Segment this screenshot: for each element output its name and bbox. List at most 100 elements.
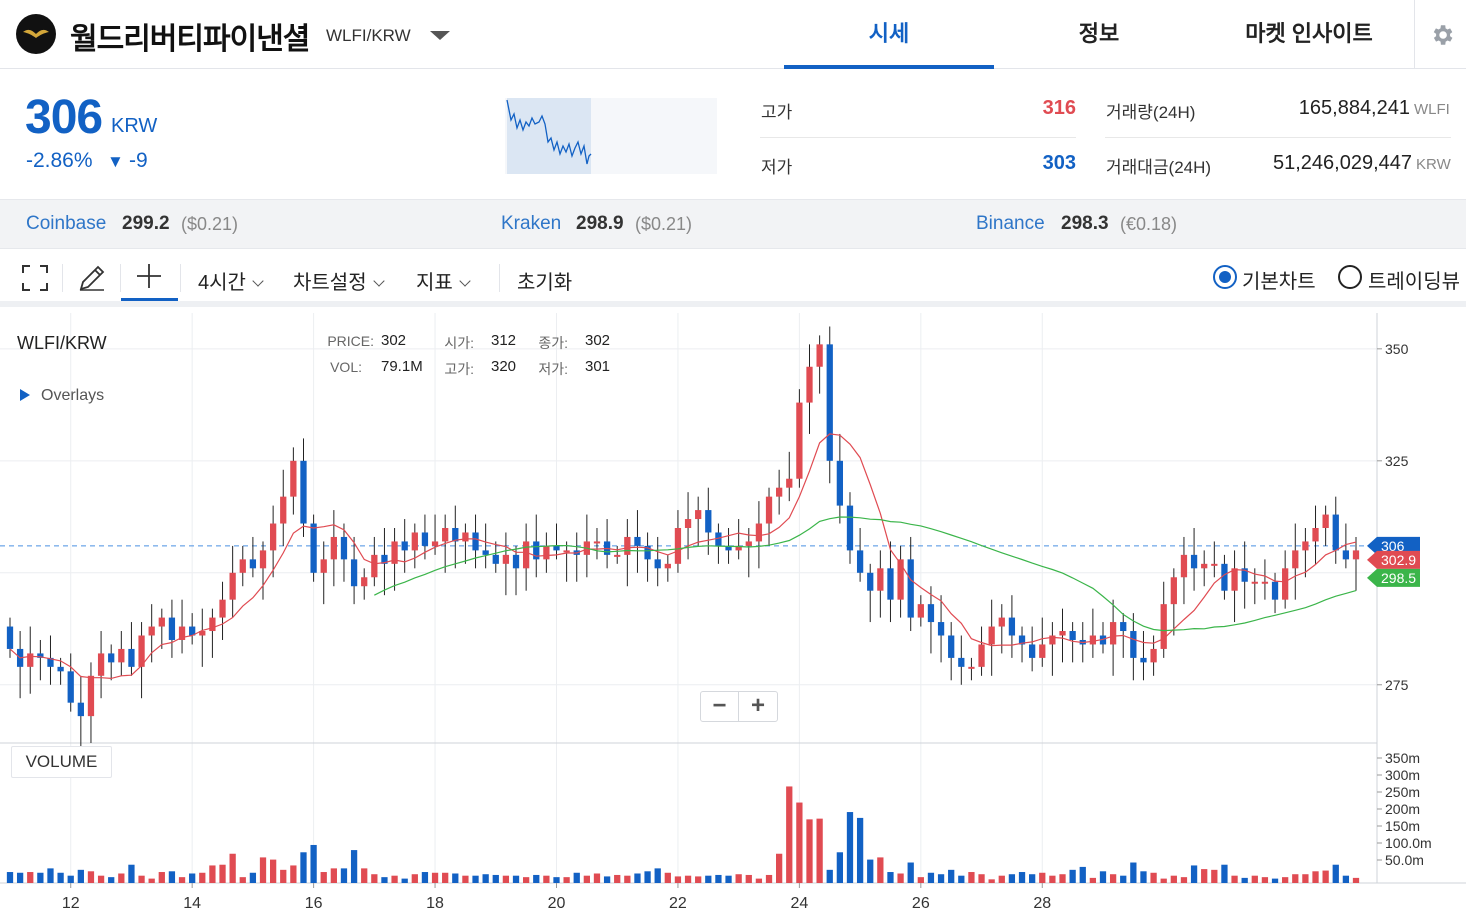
volume-bar — [67, 875, 74, 883]
candle-body — [907, 559, 914, 618]
candle-body — [1180, 554, 1188, 578]
fullscreen-icon[interactable] — [19, 262, 51, 294]
exchange-kraken-usd: ($0.21) — [635, 214, 693, 234]
candle-body — [280, 496, 287, 524]
candle-body — [796, 402, 803, 479]
volume-bar — [391, 875, 398, 883]
candle-body — [948, 635, 955, 658]
candle-body — [1069, 631, 1076, 640]
candle-body — [411, 532, 418, 551]
volume-bar — [310, 844, 317, 883]
volume-tick-label: 350m — [1385, 750, 1420, 766]
candle-body — [330, 536, 337, 560]
candle-body — [431, 541, 439, 546]
exchange-coinbase-name[interactable]: Coinbase — [26, 213, 106, 235]
crosshair-tool-button[interactable] — [121, 250, 178, 301]
volume-bar — [371, 874, 378, 883]
price-unit: KRW — [111, 115, 158, 137]
volume-bar — [634, 873, 641, 883]
candle-body — [472, 532, 479, 551]
volume-bar — [442, 872, 449, 883]
exchange-prices-bar: Coinbase 299.2 ($0.21) Kraken 298.9 ($0.… — [0, 199, 1466, 249]
volume-bar — [705, 875, 712, 883]
volume-bar — [867, 859, 874, 883]
exchange-coinbase-usd: ($0.21) — [181, 214, 239, 234]
exchange-binance-name[interactable]: Binance — [976, 213, 1045, 235]
volume-bar — [978, 874, 985, 883]
interval-dropdown[interactable]: 4시간 — [198, 266, 264, 295]
date-tick-label: 12 — [62, 895, 80, 912]
volume-bar — [1322, 870, 1329, 883]
value-24h-label: 거래대금(24H) — [1106, 158, 1212, 177]
volume-bar — [522, 877, 530, 883]
ohlc-vol-key: VOL: — [330, 359, 362, 375]
date-tick-label: 16 — [305, 895, 323, 912]
crosshair-icon — [137, 264, 161, 288]
volume-tick-label: 50.0m — [1385, 852, 1424, 868]
volume-tick-label: 200m — [1385, 801, 1420, 817]
triangle-right-icon — [20, 389, 30, 401]
overlays-toggle[interactable]: Overlays — [20, 387, 104, 405]
candle-body — [816, 344, 823, 367]
candle-body — [118, 648, 125, 663]
zoom-in-button[interactable]: + — [739, 692, 777, 721]
change-amount: -9 — [129, 149, 148, 172]
candle-body — [128, 648, 135, 667]
volume-bar — [1170, 875, 1177, 883]
tradingview-label[interactable]: 트레이딩뷰 — [1368, 265, 1460, 294]
ohlc-low-key: 저가: — [538, 361, 568, 377]
volume-bar — [1130, 862, 1137, 883]
candle-body — [1231, 568, 1238, 591]
candle-body — [887, 568, 894, 600]
candle-body — [290, 460, 297, 497]
reset-button[interactable]: 초기화 — [517, 266, 572, 295]
candle-body — [684, 519, 692, 528]
candle-body — [543, 545, 550, 560]
settings-button[interactable] — [1414, 0, 1466, 69]
volume-bar — [209, 865, 216, 883]
indicators-dropdown[interactable]: 지표 — [416, 266, 471, 295]
candle-body — [1322, 514, 1329, 528]
volume-bar — [776, 853, 783, 883]
pair-dropdown-icon[interactable] — [428, 22, 452, 46]
ohlc-open-value: 312 — [491, 332, 517, 349]
candle-body — [846, 505, 854, 551]
exchange-kraken-name[interactable]: Kraken — [501, 213, 561, 235]
basic-chart-radio[interactable] — [1213, 265, 1237, 289]
basic-chart-label[interactable]: 기본차트 — [1242, 265, 1316, 294]
ohlc-price-key: PRICE: — [327, 333, 374, 349]
chart-settings-dropdown[interactable]: 차트설정 — [293, 266, 385, 295]
candle-body — [1352, 550, 1360, 560]
high-label: 고가 — [761, 103, 793, 122]
volume-bar — [77, 869, 84, 883]
pencil-icon[interactable] — [76, 262, 108, 294]
candle-body — [1190, 554, 1198, 569]
price-chart[interactable]: 350 325 275 306 302.9 298.5 350m 300m 250m 200m 15… — [0, 313, 1466, 918]
tab-market-price[interactable]: 시세 — [784, 0, 994, 69]
tab-info[interactable]: 정보 — [994, 0, 1204, 69]
volume-bar — [583, 875, 590, 883]
volume-bar — [624, 875, 631, 883]
ohlc-vol-value: 79.1M — [381, 358, 423, 375]
candle-body — [108, 653, 115, 663]
volume-bar — [168, 871, 176, 883]
candle-body — [664, 563, 671, 569]
tradingview-radio[interactable] — [1338, 265, 1362, 289]
volume-tick-label: 100.0m — [1385, 835, 1432, 851]
candle-body — [674, 528, 682, 564]
candlestick-chart-svg[interactable]: 350325275306302.9298.5350m300m250m200m15… — [0, 313, 1466, 918]
volume-bar — [1211, 869, 1218, 883]
volume-bar — [674, 876, 682, 883]
zoom-out-button[interactable]: − — [701, 692, 739, 721]
volume-bar — [1292, 874, 1299, 883]
volume-bar — [320, 872, 327, 883]
volume-bar — [1018, 872, 1026, 883]
candle-body — [755, 523, 763, 542]
tab-market-insight[interactable]: 마켓 인사이트 — [1204, 0, 1414, 69]
volume-bar — [786, 786, 793, 883]
volume-bar — [988, 879, 995, 883]
candle-body — [1059, 631, 1066, 636]
exchange-binance-price: 298.3 — [1061, 213, 1109, 234]
toolbar-divider — [499, 264, 500, 292]
volume-bar — [887, 872, 894, 883]
